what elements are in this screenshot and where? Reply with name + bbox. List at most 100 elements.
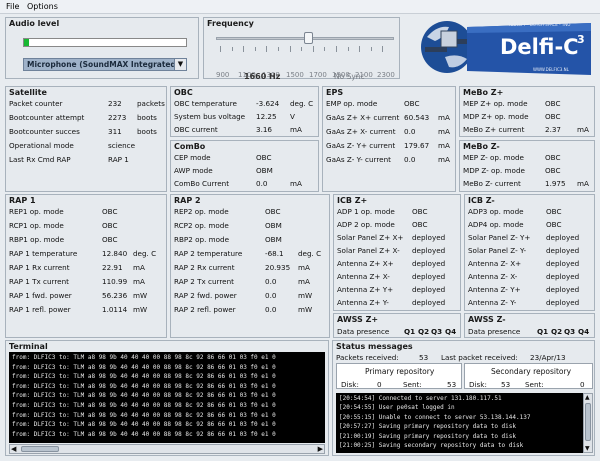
mebo-z-current-value: 2.37 [545, 125, 562, 134]
audio-device-select[interactable]: Microphone (SoundMAX Integrated ▼ [23, 58, 187, 71]
frequency-tick-mark [243, 46, 245, 52]
rbp1-op-mode-label: RBP1 op. mode [9, 235, 65, 244]
rap-1-temperature-unit: deg. C [133, 249, 157, 258]
status-panel: Status messages Packets received: 53 Las… [332, 340, 595, 456]
frequency-tick: 1500 [286, 71, 304, 79]
log-line: [20:57:27] Saving primary repository dat… [339, 423, 517, 431]
solar-panel-z-y-value: deployed [546, 246, 580, 255]
obc-temperature-unit: deg. C [290, 99, 314, 108]
primary-disk-label: Disk: [341, 380, 359, 389]
menu-file[interactable]: File [6, 2, 19, 11]
terminal-horizontal-scrollbar[interactable]: ◀ ▶ [9, 444, 325, 454]
rap-2-tx-current-label: RAP 2 Tx current [174, 277, 234, 286]
rep1-op-mode-label: REP1 op. mode [9, 207, 64, 216]
frequency-tick-mark [359, 46, 361, 52]
bootcounter-succes-unit: boots [137, 127, 157, 136]
rbp2-op-mode-value: OBM [265, 235, 282, 244]
antenna-z-x-value: deployed [412, 259, 446, 268]
system-bus-voltage-unit: V [290, 112, 295, 121]
awss-zplus-q4: Q4 [445, 327, 457, 336]
frequency-tick-mark [312, 46, 314, 52]
logo-url: WWW.DELFIC3.NL [533, 67, 569, 72]
scroll-down-icon[interactable]: ▼ [585, 445, 590, 452]
obc-panel: OBC OBC temperature -3.624 deg. C System bu… [170, 86, 319, 137]
awss-zminus-title: AWSS Z- [468, 315, 506, 324]
terminal-line: from: DLFIC3 to: TLM a8 98 9b 40 40 40 0… [12, 373, 276, 381]
antenna-z-x-value: deployed [546, 272, 580, 281]
gaas-z-y-current-value: 0.0 [404, 155, 416, 164]
audio-level-title: Audio level [9, 19, 60, 28]
antenna-z-x-label: Antenna Z- X+ [468, 259, 522, 268]
eps-panel: EPS EMP op. mode OBC GaAs Z+ X+ current 60.… [322, 86, 456, 192]
gaas-z-y-current-label: GaAs Z- Y+ current [326, 141, 396, 150]
audio-level-panel: Audio level Microphone (SoundMAX Integra… [5, 17, 199, 79]
rap-2-tx-current-unit: mA [298, 277, 310, 286]
mdp-z-op-mode-value: OBC [545, 166, 561, 175]
secondary-disk-value: 53 [501, 380, 511, 389]
adp3-op-mode-value: OBC [546, 207, 562, 216]
rap-2-refl-power-value: 0.0 [265, 305, 277, 314]
adp3-op-mode-label: ADP3 op. mode [468, 207, 524, 216]
antenna-z-y-label: Antenna Z- Y- [468, 298, 517, 307]
rap-1-tx-current-label: RAP 1 Tx current [9, 277, 69, 286]
rap-2-fwd-power-label: RAP 2 fwd. power [174, 291, 237, 300]
primary-sent-value: 53 [447, 380, 457, 389]
frequency-tick-mark [324, 47, 326, 51]
terminal-output[interactable]: from: DLFIC3 to: TLM a8 98 9b 40 40 40 0… [9, 352, 325, 443]
combo-title: ComBo [174, 142, 206, 151]
delfi-c3-logo: TUDELFT - DUTCH SPACE - TNO Delfi-C 3 WW… [405, 17, 595, 79]
status-log-scroll-thumb[interactable] [585, 403, 591, 441]
rap1-title: RAP 1 [9, 196, 36, 205]
awss-zminus-q2: Q2 [551, 327, 563, 336]
frequency-slider-thumb[interactable] [304, 32, 314, 44]
terminal-title: Terminal [9, 342, 48, 351]
mebo-z-current-unit: mA [577, 179, 589, 188]
secondary-repository-box: Secondary repository Disk: 53 Sent: 0 [464, 363, 593, 389]
rap1-panel: RAP 1 REP1 op. mode OBC RCP1 op. mode OBC RB… [5, 194, 167, 338]
combo-current-unit: mA [290, 179, 302, 188]
rap-1-temperature-value: 12.840 [102, 249, 128, 258]
status-log-scrollbar[interactable]: ▲ ▼ [583, 393, 593, 453]
mebo-z-current-label: MeBo Z- current [463, 179, 521, 188]
chevron-down-icon[interactable]: ▼ [174, 59, 186, 70]
terminal-line: from: DLFIC3 to: TLM a8 98 9b 40 40 40 0… [12, 411, 276, 419]
primary-disk-value: 0 [377, 380, 382, 389]
menu-options[interactable]: Options [27, 2, 58, 11]
last-rx-cmd-rap-value: RAP 1 [108, 155, 129, 164]
system-bus-voltage-value: 12.25 [256, 112, 277, 121]
scroll-left-icon[interactable]: ◀ [11, 445, 16, 453]
scroll-up-icon[interactable]: ▲ [585, 394, 590, 401]
adp-2-op-mode-value: OBC [412, 220, 428, 229]
awss-zminus-q3: Q3 [564, 327, 576, 336]
rap-2-tx-current-value: 0.0 [265, 277, 277, 286]
gaas-z-x-current-unit: mA [438, 113, 450, 122]
logo-top-text: TUDELFT - DUTCH SPACE - TNO [508, 22, 571, 27]
mdp-z-op-mode-value: OBC [545, 112, 561, 121]
bootcounter-succes-value: 311 [108, 127, 122, 136]
antenna-z-y-value: deployed [412, 298, 446, 307]
awss-zminus-q1: Q1 [537, 327, 549, 336]
adp-1-op-mode-label: ADP 1 op. mode [337, 207, 395, 216]
combo-panel: ComBo CEP mode OBC AWP mode OBM ComBo Curren… [170, 140, 319, 192]
rbp1-op-mode-value: OBC [102, 235, 118, 244]
status-log[interactable]: [20:54:54] Connected to server 131.180.1… [336, 393, 583, 453]
menu-bar: File Options [0, 0, 600, 14]
gaas-z-y-current-value: 179.67 [404, 141, 430, 150]
frequency-tick-mark [301, 47, 303, 51]
antenna-z-x-label: Antenna Z+ X- [337, 272, 390, 281]
gaas-z-x-current-unit: mA [438, 127, 450, 136]
antenna-z-x-value: deployed [546, 259, 580, 268]
solar-panel-z-x-value: deployed [412, 233, 446, 242]
terminal-line: from: DLFIC3 to: TLM a8 98 9b 40 40 40 0… [12, 392, 276, 400]
rap-1-fwd-power-value: 56.236 [102, 291, 128, 300]
bootcounter-attempt-unit: boots [137, 113, 157, 122]
frequency-tick-mark [370, 47, 372, 51]
terminal-scroll-thumb[interactable] [21, 446, 59, 452]
log-line: [21:00:19] Saving primary repository dat… [339, 432, 517, 440]
rap-2-refl-power-label: RAP 2 refl. power [174, 305, 236, 314]
mebo-z-current-unit: mA [577, 125, 589, 134]
antenna-z-x-label: Antenna Z- X- [468, 272, 518, 281]
terminal-line: from: DLFIC3 to: TLM a8 98 9b 40 40 40 0… [12, 430, 276, 438]
scroll-right-icon[interactable]: ▶ [318, 445, 323, 453]
adp-2-op-mode-label: ADP 2 op. mode [337, 220, 395, 229]
